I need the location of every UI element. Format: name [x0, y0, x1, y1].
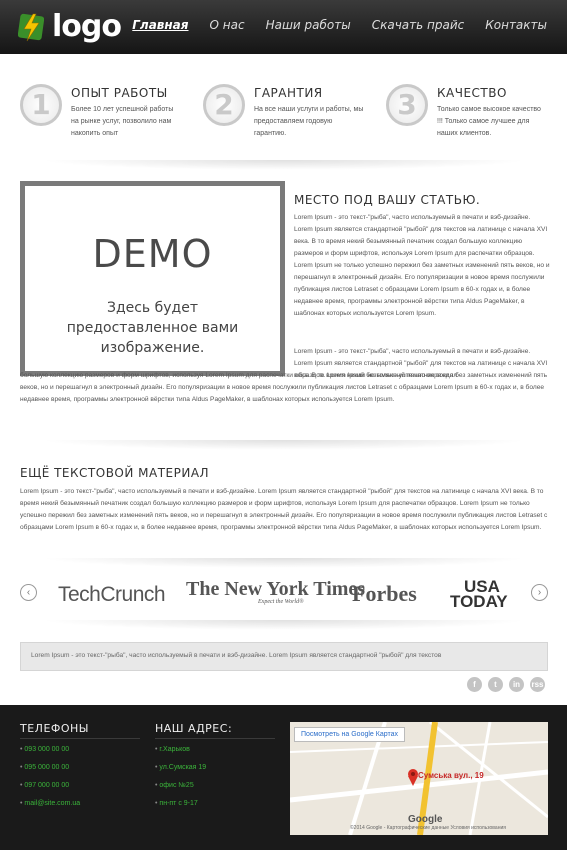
- demo-caption: Здесь будет предоставленное вами изображ…: [66, 300, 239, 356]
- linkedin-icon[interactable]: in: [509, 677, 524, 692]
- section-text: Lorem Ipsum - это текст-"рыба", часто ис…: [20, 488, 548, 531]
- quote-bar: Lorem Ipsum - это текст-"рыба", часто ис…: [20, 642, 548, 671]
- divider: [155, 738, 275, 739]
- rss-icon[interactable]: rss: [530, 677, 545, 692]
- brand-usatoday-line2: TODAY: [450, 592, 508, 611]
- nav-contacts[interactable]: Контакты: [485, 18, 547, 32]
- feature-title: КАЧЕСТВО: [437, 86, 507, 100]
- divider: [40, 558, 527, 568]
- map-copyright: ©2014 Google - Картографические данные У…: [350, 825, 506, 831]
- divider: [40, 620, 527, 630]
- facebook-icon[interactable]: f: [467, 677, 482, 692]
- phones-title: ТЕЛЕФОНЫ: [20, 722, 89, 735]
- features-section: 1 ОПЫТ РАБОТЫ Более 10 лет успешной рабо…: [0, 62, 567, 162]
- address-item: ул.Сумская 19: [155, 764, 206, 771]
- feature-experience: 1 ОПЫТ РАБОТЫ Более 10 лет успешной рабо…: [20, 84, 190, 154]
- logo-text: logo: [52, 9, 122, 44]
- nav-works[interactable]: Наши работы: [266, 18, 351, 32]
- chevron-right-icon[interactable]: ›: [531, 584, 548, 601]
- phone-item[interactable]: 093 000 00 00: [20, 746, 69, 753]
- map-address-label: Сумська вул., 19: [418, 771, 484, 780]
- number-one-icon: 1: [20, 84, 62, 126]
- google-map[interactable]: Посмотреть на Google Картах Сумська вул.…: [290, 722, 548, 835]
- brand-nyt-tagline: Expect the World®: [258, 599, 304, 605]
- main-nav: Главная О нас Наши работы Скачать прайс …: [132, 18, 547, 32]
- number-two-icon: 2: [203, 84, 245, 126]
- address-item: пн-пт с 9-17: [155, 800, 197, 807]
- article-title: МЕСТО ПОД ВАШУ СТАТЬЮ.: [294, 193, 481, 207]
- open-in-google-maps-button[interactable]: Посмотреть на Google Картах: [294, 727, 405, 742]
- phone-item[interactable]: 095 000 00 00: [20, 764, 69, 771]
- nav-price[interactable]: Скачать прайс: [372, 18, 465, 32]
- address-item: г.Харьков: [155, 746, 190, 753]
- lightning-logo-icon: [18, 13, 44, 42]
- feature-text: Только самое высокое качество !!! Только…: [437, 106, 541, 137]
- article-paragraph: большую коллекцию размеров и форм шрифто…: [20, 372, 548, 403]
- address-title: НАШ АДРЕС:: [155, 722, 233, 735]
- demo-logo: DEMO: [92, 232, 213, 276]
- divider: [20, 738, 140, 739]
- brand-techcrunch: TechCrunch: [58, 583, 166, 606]
- email-link[interactable]: mail@site.com.ua: [20, 800, 80, 807]
- demo-image-placeholder: DEMO Здесь будет предоставленное вами из…: [20, 181, 285, 376]
- divider: [40, 160, 527, 170]
- nav-home[interactable]: Главная: [132, 18, 188, 32]
- address-item: офис №25: [155, 782, 193, 789]
- social-links: f t in rss: [467, 677, 545, 692]
- brand-usatoday: USA TODAY: [450, 578, 508, 611]
- feature-text: На все наши услуги и работы, мы предоста…: [254, 106, 364, 137]
- logo[interactable]: logo: [18, 9, 122, 44]
- brand-forbes: Forbes: [352, 581, 417, 606]
- feature-title: ОПЫТ РАБОТЫ: [71, 86, 168, 100]
- twitter-icon[interactable]: t: [488, 677, 503, 692]
- feature-title: ГАРАНТИЯ: [254, 86, 323, 100]
- divider: [40, 440, 527, 450]
- feature-text: Более 10 лет успешной работы на рынке ус…: [71, 106, 174, 137]
- section-title: ЕЩЁ ТЕКСТОВОЙ МАТЕРИАЛ: [20, 466, 210, 480]
- article-paragraph: Lorem Ipsum - это текст-"рыба", часто ис…: [294, 214, 550, 317]
- feature-quality: 3 КАЧЕСТВО Только самое высокое качество…: [386, 84, 556, 154]
- phone-item[interactable]: 097 000 00 00: [20, 782, 69, 789]
- nav-about[interactable]: О нас: [210, 18, 245, 32]
- google-logo: Google: [408, 814, 443, 825]
- quote-text: Lorem Ipsum - это текст-"рыба", часто ис…: [31, 652, 442, 659]
- brand-nyt: The New York Times: [186, 578, 366, 600]
- chevron-left-icon[interactable]: ‹: [20, 584, 37, 601]
- header: logo Главная О нас Наши работы Скачать п…: [0, 0, 567, 54]
- demo-clock-icon: [196, 236, 226, 266]
- feature-guarantee: 2 ГАРАНТИЯ На все наши услуги и работы, …: [203, 84, 373, 154]
- number-three-icon: 3: [386, 84, 428, 126]
